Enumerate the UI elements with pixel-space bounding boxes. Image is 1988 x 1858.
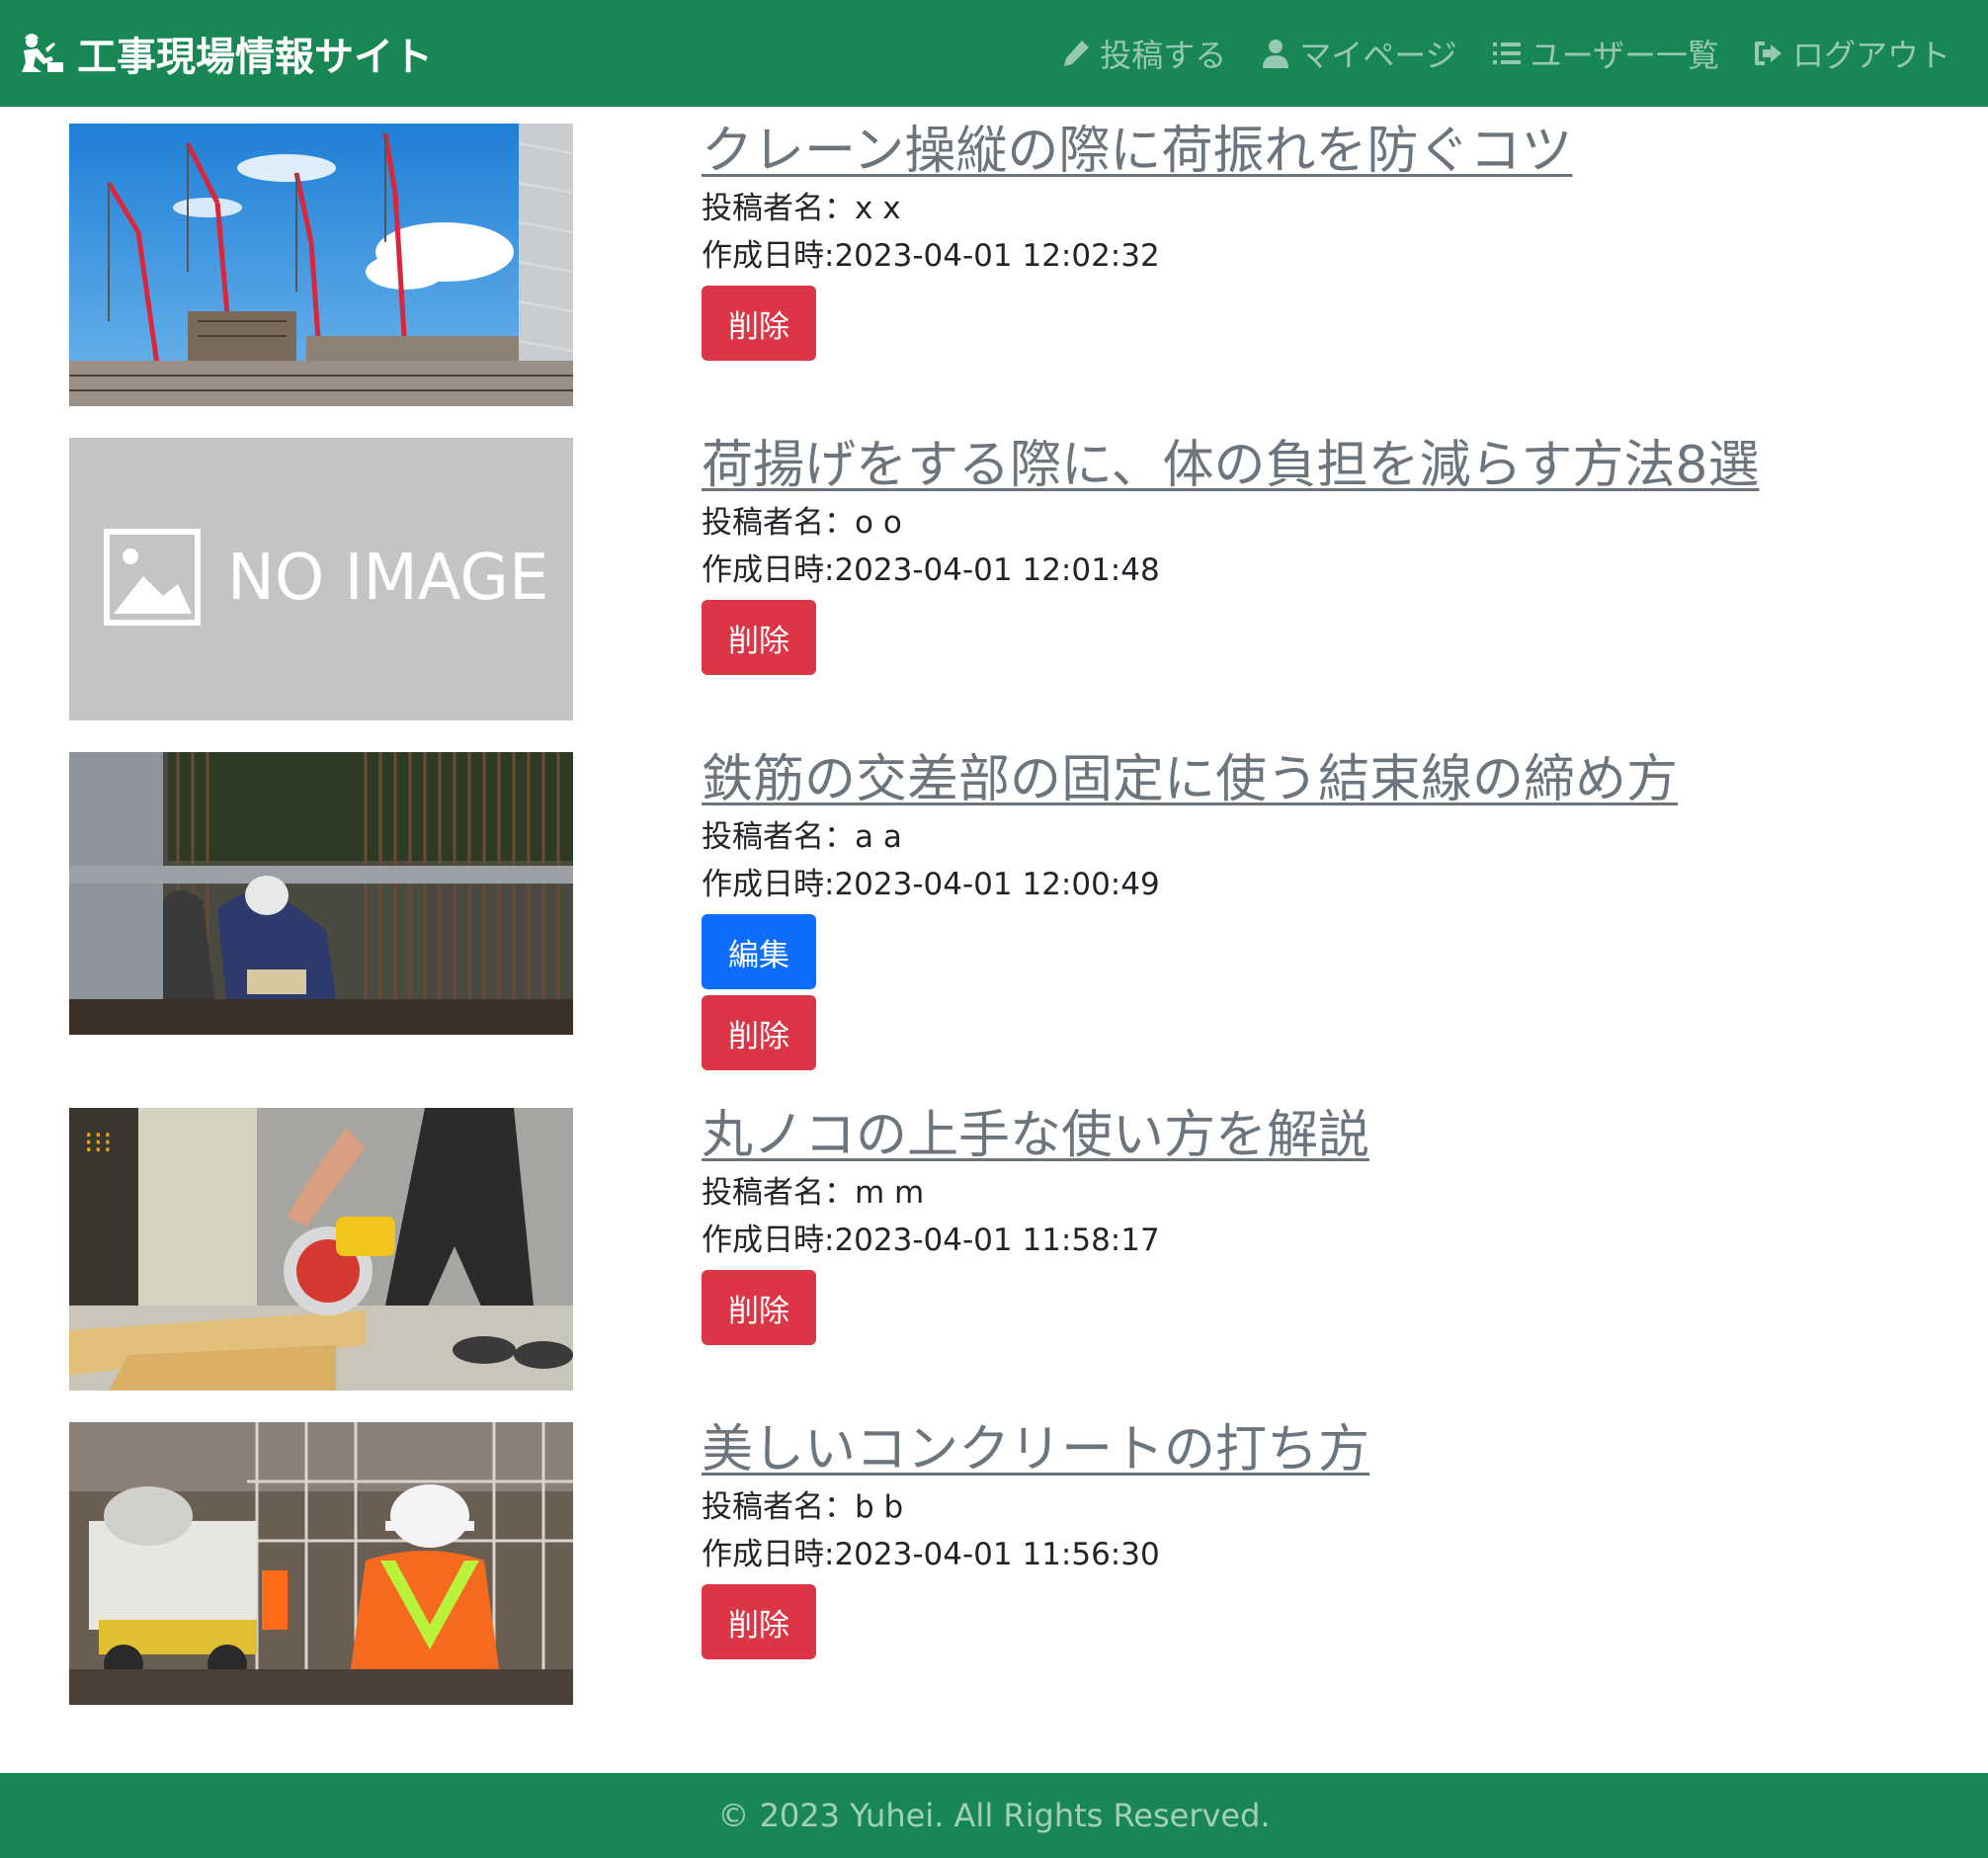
nav-users-link[interactable]: ユーザー一覧 [1491, 31, 1719, 76]
post-info: クレーン操縦の際に荷振れを防ぐコツ 投稿者名： x x 作成日時: 2023-04-… [702, 122, 1937, 361]
list-icon [1492, 42, 1521, 64]
construction-worker-icon [22, 34, 63, 72]
post-info: 荷揚げをする際に、体の負担を減らす方法8選 投稿者名： o o 作成日時: 2023… [702, 436, 1937, 675]
date-label: 作成日時: [702, 238, 835, 274]
author-name: a a [855, 819, 902, 855]
delete-button[interactable]: 削除 [702, 286, 816, 361]
date-label: 作成日時: [702, 1537, 835, 1572]
date-value: 2023-04-01 12:01:48 [834, 552, 1160, 588]
edit-button[interactable]: 編集 [702, 914, 816, 989]
author-name: m m [855, 1175, 925, 1211]
post-title-link[interactable]: 荷揚げをする際に、体の負担を減らす方法8選 [702, 432, 1760, 499]
nav-menu: 投稿する マイページ ユーザー一覧 ログアウト [1060, 0, 1950, 107]
post-date: 作成日時: 2023-04-01 12:02:32 [702, 232, 1937, 280]
author-label: 投稿者名： [702, 1175, 855, 1211]
date-value: 2023-04-01 12:02:32 [834, 238, 1160, 274]
delete-button[interactable]: 削除 [702, 1270, 816, 1345]
post-thumbnail[interactable]: ⁝⁝⁝ [69, 1108, 573, 1391]
footer: © 2023 Yuhei. All Rights Reserved. [0, 1773, 1988, 1858]
post-title-link[interactable]: クレーン操縦の際に荷振れを防ぐコツ [702, 118, 1572, 185]
brand-link[interactable]: 工事現場情報サイト [18, 0, 433, 107]
copyright-text: © 2023 Yuhei. All Rights Reserved. [717, 1797, 1271, 1834]
post-date: 作成日時: 2023-04-01 12:01:48 [702, 547, 1937, 594]
date-label: 作成日時: [702, 552, 835, 588]
post-author: 投稿者名： b b [702, 1483, 1937, 1531]
nav-mypage-link[interactable]: マイページ [1260, 31, 1457, 76]
author-name: b b [855, 1489, 904, 1525]
delete-button[interactable]: 削除 [702, 600, 816, 675]
logout-icon [1754, 42, 1781, 65]
date-value: 2023-04-01 11:58:17 [834, 1223, 1160, 1258]
svg-text:⁝⁝⁝: ⁝⁝⁝ [84, 1126, 113, 1160]
user-icon [1263, 40, 1289, 68]
date-value: 2023-04-01 12:00:49 [834, 867, 1160, 902]
author-label: 投稿者名： [702, 191, 855, 226]
author-label: 投稿者名： [702, 505, 855, 541]
nav-users-label: ユーザー一覧 [1530, 37, 1719, 74]
brand-title: 工事現場情報サイト [77, 35, 433, 80]
date-label: 作成日時: [702, 867, 835, 902]
post-author: 投稿者名： a a [702, 813, 1937, 861]
post-date: 作成日時: 2023-04-01 11:58:17 [702, 1217, 1937, 1264]
post-thumbnail[interactable] [69, 752, 573, 1035]
circular-saw-photo-image: ⁝⁝⁝ [69, 1108, 573, 1391]
no-image-text: NO IMAGE [227, 542, 548, 615]
post-title-link[interactable]: 丸ノコの上手な使い方を解説 [702, 1102, 1369, 1169]
post-thumbnail[interactable] [69, 1422, 573, 1705]
post-thumbnail[interactable]: NO IMAGE [69, 438, 573, 720]
nav-mypage-label: マイページ [1299, 37, 1457, 74]
nav-logout-label: ログアウト [1791, 37, 1950, 74]
post-info: 美しいコンクリートの打ち方 投稿者名： b b 作成日時: 2023-04-01 1… [702, 1420, 1937, 1659]
post-title-link[interactable]: 鉄筋の交差部の固定に使う結束線の締め方 [702, 746, 1678, 813]
post-date: 作成日時: 2023-04-01 12:00:49 [702, 861, 1937, 908]
author-name: o o [855, 505, 902, 541]
delete-button[interactable]: 削除 [702, 995, 816, 1070]
date-value: 2023-04-01 11:56:30 [834, 1537, 1160, 1572]
nav-logout-link[interactable]: ログアウト [1753, 31, 1950, 76]
post-author: 投稿者名： o o [702, 499, 1937, 547]
navbar: 工事現場情報サイト 投稿する マイページ ユーザー一覧 ログアウト [0, 0, 1988, 107]
post-date: 作成日時: 2023-04-01 11:56:30 [702, 1531, 1937, 1578]
post-title-link[interactable]: 美しいコンクリートの打ち方 [702, 1416, 1369, 1483]
nav-post-label: 投稿する [1100, 37, 1227, 74]
author-name: x x [855, 191, 901, 226]
post-author: 投稿者名： m m [702, 1169, 1937, 1217]
pencil-icon [1064, 41, 1090, 66]
nav-post-link[interactable]: 投稿する [1060, 31, 1226, 76]
post-info: 丸ノコの上手な使い方を解説 投稿者名： m m 作成日時: 2023-04-01 1… [702, 1106, 1937, 1345]
no-image-placeholder: NO IMAGE [69, 438, 573, 720]
rebar-photo-image [69, 752, 573, 1035]
delete-button[interactable]: 削除 [702, 1584, 816, 1659]
author-label: 投稿者名： [702, 819, 855, 855]
post-info: 鉄筋の交差部の固定に使う結束線の締め方 投稿者名： a a 作成日時: 2023-0… [702, 750, 1937, 1070]
author-label: 投稿者名： [702, 1489, 855, 1525]
post-thumbnail[interactable] [69, 124, 573, 406]
post-author: 投稿者名： x x [702, 185, 1937, 232]
crane-photo-image [69, 124, 573, 406]
date-label: 作成日時: [702, 1223, 835, 1258]
concrete-worker-photo-image [69, 1422, 573, 1705]
